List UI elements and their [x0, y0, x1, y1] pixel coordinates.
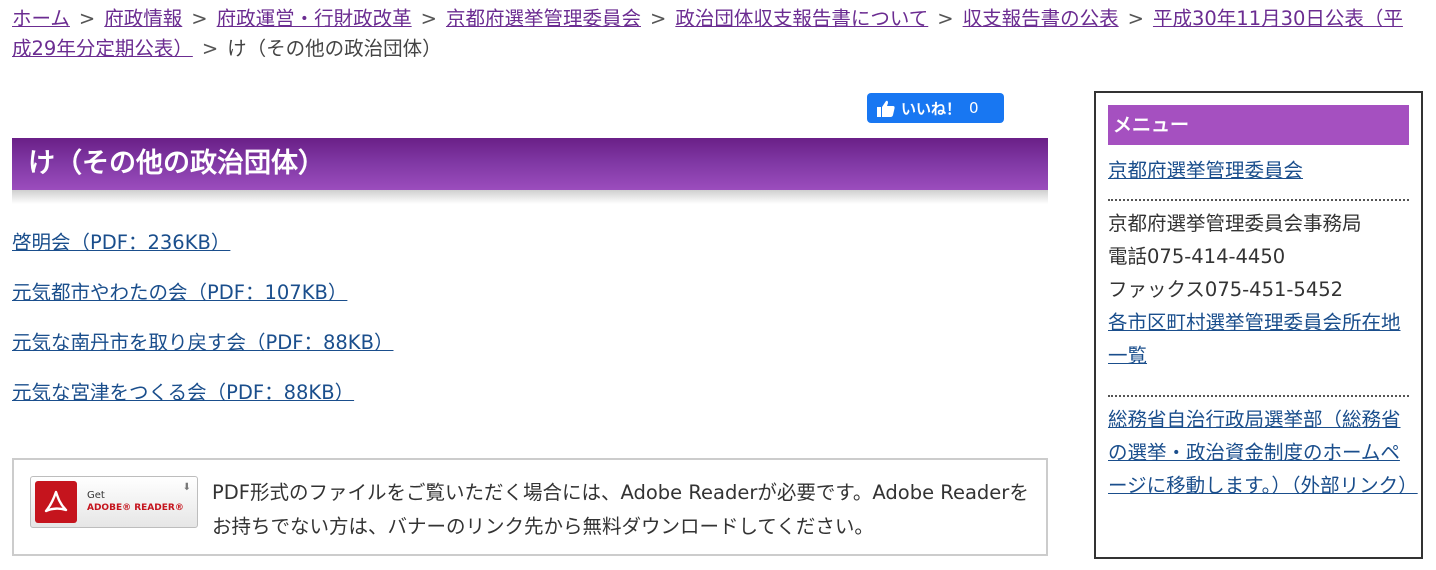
- phone-number: 電話075-414-4450: [1108, 245, 1286, 268]
- menu-divider: [1108, 199, 1409, 201]
- document-list: 啓明会（PDF：236KB） 元気都市やわたの会（PDF：107KB） 元気な南…: [12, 228, 393, 428]
- reader-description: PDF形式のファイルをご覧いただく場合には、Adobe Readerが必要です。…: [212, 481, 1029, 538]
- thumbs-up-icon: [877, 100, 895, 117]
- side-menu: メニュー 京都府選挙管理委員会 京都府選挙管理委員会事務局 電話075-414-…: [1094, 91, 1423, 559]
- banner-get-text: Get: [87, 490, 105, 501]
- like-label: いいね！: [901, 99, 962, 118]
- get-adobe-reader-banner[interactable]: Get ADOBE® READER® ⬇: [30, 476, 198, 528]
- breadcrumb-separator: >: [191, 7, 208, 30]
- menu-section-external: 総務省自治行政局選挙部（総務省の選挙・政治資金制度のホームページに移動します。）…: [1108, 403, 1418, 502]
- fax-number: ファックス075-451-5452: [1108, 278, 1344, 301]
- breadcrumb-link-kohyo[interactable]: 収支報告書の公表: [963, 7, 1119, 30]
- list-item: 元気な宮津をつくる会（PDF：88KB）: [12, 378, 393, 428]
- list-item: 元気都市やわたの会（PDF：107KB）: [12, 278, 393, 328]
- adobe-reader-notice: Get ADOBE® READER® ⬇ PDF形式のファイルをご覧いただく場合…: [12, 458, 1048, 556]
- pdf-link-nantan[interactable]: 元気な南丹市を取り戻す会（PDF：88KB）: [12, 331, 393, 354]
- breadcrumb-link-unei[interactable]: 府政運営・行財政改革: [217, 7, 412, 30]
- list-item: 元気な南丹市を取り戻す会（PDF：88KB）: [12, 328, 393, 378]
- menu-divider: [1108, 395, 1409, 397]
- download-arrow-icon: ⬇: [182, 482, 191, 493]
- breadcrumb-separator: >: [420, 7, 437, 30]
- breadcrumb-link-fusei[interactable]: 府政情報: [104, 7, 182, 30]
- facebook-like-button[interactable]: いいね！ 0: [867, 93, 1004, 123]
- breadcrumb-link-senkyo[interactable]: 京都府選挙管理委員会: [446, 7, 641, 30]
- title-shadow: [12, 190, 1048, 204]
- breadcrumb-separator: >: [937, 7, 954, 30]
- like-count: 0: [969, 99, 979, 117]
- banner-product-text: ADOBE® READER®: [87, 503, 184, 513]
- breadcrumb-separator: >: [650, 7, 667, 30]
- breadcrumb-separator: >: [78, 7, 96, 30]
- breadcrumb-link-home[interactable]: ホーム: [12, 7, 70, 30]
- pdf-link-yawata[interactable]: 元気都市やわたの会（PDF：107KB）: [12, 281, 347, 304]
- office-name: 京都府選挙管理委員会事務局: [1108, 212, 1362, 235]
- menu-link-municipal-offices[interactable]: 各市区町村選挙管理委員会所在地一覧: [1108, 311, 1401, 367]
- breadcrumb-separator: >: [1127, 7, 1144, 30]
- menu-link-committee[interactable]: 京都府選挙管理委員会: [1108, 159, 1303, 182]
- pdf-link-keimeikai[interactable]: 啓明会（PDF：236KB）: [12, 231, 230, 254]
- list-item: 啓明会（PDF：236KB）: [12, 228, 393, 278]
- breadcrumb-separator: >: [201, 37, 219, 60]
- menu-heading: メニュー: [1108, 105, 1409, 145]
- menu-section-committee: 京都府選挙管理委員会: [1108, 154, 1409, 187]
- menu-section-contact: 京都府選挙管理委員会事務局 電話075-414-4450 ファックス075-45…: [1108, 207, 1409, 372]
- breadcrumb: ホーム > 府政情報 > 府政運営・行財政改革 > 京都府選挙管理委員会 > 政治団体収支報告書…: [12, 4, 1422, 64]
- page-title: け（その他の政治団体）: [12, 138, 1048, 190]
- adobe-reader-icon: [35, 481, 77, 523]
- pdf-link-miyazu[interactable]: 元気な宮津をつくる会（PDF：88KB）: [12, 381, 354, 404]
- breadcrumb-link-shushi[interactable]: 政治団体収支報告書について: [675, 7, 928, 30]
- breadcrumb-current: け（その他の政治団体）: [227, 37, 442, 60]
- menu-link-soumusho-external[interactable]: 総務省自治行政局選挙部（総務省の選挙・政治資金制度のホームページに移動します。）…: [1108, 408, 1418, 497]
